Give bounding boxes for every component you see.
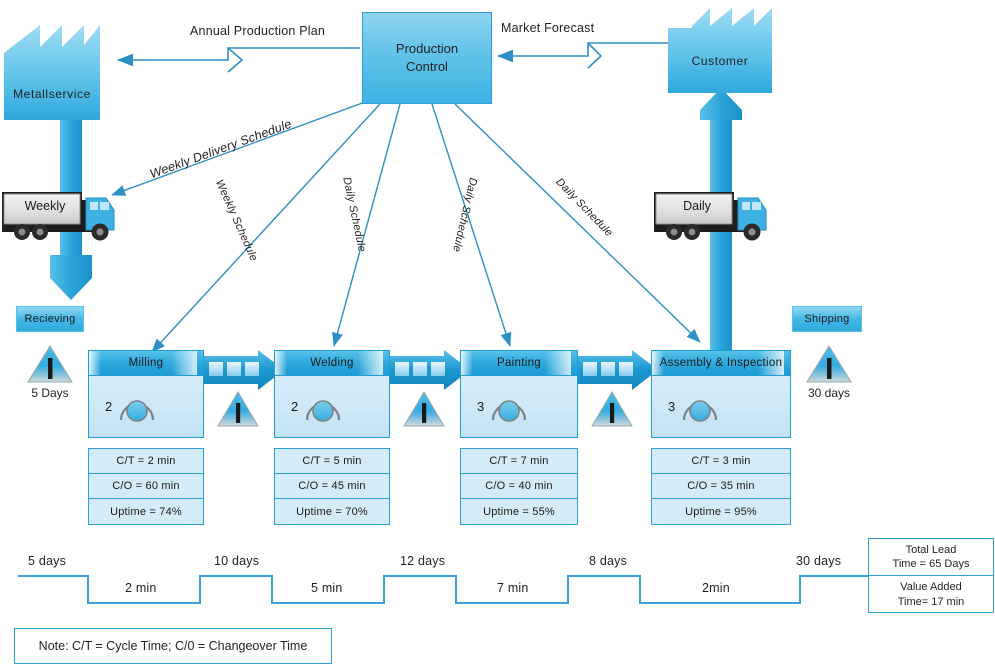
operator-icon: [489, 390, 529, 424]
label-annual-production-plan: Annual Production Plan: [190, 24, 326, 38]
timeline-lead-time-1: 5 days: [28, 554, 67, 568]
process-header-welding: Welding: [275, 351, 389, 376]
data-row-uptime: Uptime = 95%: [685, 505, 757, 518]
timeline-process-time-3: 7 min: [497, 581, 529, 595]
inbound-truck-label: Weekly: [24, 199, 66, 213]
data-row-ct: C/T = 5 min: [275, 449, 389, 474]
operator-icon: [303, 390, 343, 424]
operator-icon: [680, 390, 720, 424]
factory-icon: [668, 8, 772, 93]
process-box-painting[interactable]: Painting 3: [460, 350, 578, 438]
info-line-daily-schedule-welding: [332, 103, 401, 347]
receiving-plate-label: Recieving: [24, 313, 76, 325]
diagram-flow-layer: [18, 42, 870, 604]
data-box-painting: C/T = 7 min C/O = 40 min Uptime = 55%: [460, 448, 578, 525]
process-box-milling[interactable]: Milling 2: [88, 350, 204, 438]
timeline-lead-time-5: 30 days: [796, 554, 842, 568]
process-body-welding: 2: [275, 376, 389, 437]
inventory-triangle-icon: [403, 391, 445, 427]
inventory-receiving-label: 5 Days: [31, 386, 69, 400]
value-stream-map-canvas: Metallservice Customer Production Contro…: [0, 0, 995, 670]
data-row-uptime: Uptime = 55%: [483, 505, 555, 518]
inventory-shipping: 30 days: [806, 344, 852, 400]
supplier-label: Metallservice: [13, 87, 91, 101]
data-row-uptime: Uptime = 70%: [296, 505, 368, 518]
process-header-painting: Painting: [461, 351, 577, 376]
data-row-co: C/O = 45 min: [275, 474, 389, 499]
process-title-assembly-inspection: Assembly & Inspection: [659, 357, 783, 369]
value-added-time-line2: Time= 17 min: [897, 595, 965, 608]
process-box-welding[interactable]: Welding 2: [274, 350, 390, 438]
note-box: Note: C/T = Cycle Time; C/0 = Changeover…: [14, 628, 332, 664]
push-arrow-welding-to-painting: [390, 350, 470, 390]
process-body-milling: 2: [89, 376, 203, 437]
process-title-painting: Painting: [497, 357, 541, 369]
timeline-process-time-2: 5 min: [311, 581, 343, 595]
process-title-milling: Milling: [128, 357, 164, 369]
inventory-receiving: 5 Days: [27, 344, 73, 400]
operator-count-assembly-inspection: 3: [668, 399, 676, 414]
shipping-plate[interactable]: Shipping: [792, 306, 862, 332]
process-body-assembly-inspection: 3: [652, 376, 790, 437]
process-title-welding: Welding: [310, 357, 354, 369]
inventory-milling-welding: [217, 390, 259, 428]
timeline-process-time-4: 2min: [702, 581, 730, 595]
inventory-triangle-icon: [27, 345, 73, 383]
supplier-factory: Metallservice: [4, 25, 100, 120]
info-line-weekly-schedule: [151, 103, 381, 353]
note-text: Note: C/T = Cycle Time; C/0 = Changeover…: [38, 639, 308, 653]
operator-count-welding: 2: [291, 399, 299, 414]
value-added-time-line1: Value Added: [900, 581, 962, 594]
outbound-truck: Daily: [654, 186, 774, 244]
timeline-lead-time-2: 10 days: [214, 554, 260, 568]
timeline-lead-time-4: 8 days: [589, 554, 628, 568]
inventory-welding-painting: [403, 390, 445, 428]
process-body-painting: 3: [461, 376, 577, 437]
operator-count-milling: 2: [105, 399, 113, 414]
inventory-triangle-icon: [217, 391, 259, 427]
label-market-forecast: Market Forecast: [501, 21, 595, 35]
customer-factory: Customer: [668, 8, 772, 93]
data-row-ct: C/T = 2 min: [89, 449, 203, 474]
shipping-plate-label: Shipping: [804, 313, 850, 325]
timeline-lead-time-3: 12 days: [400, 554, 446, 568]
production-control-box[interactable]: Production Control: [362, 12, 492, 104]
lead-time-summary-box: Total Lead Time = 65 Days Value Added Ti…: [868, 538, 994, 613]
data-row-co: C/O = 35 min: [652, 474, 790, 499]
data-box-assembly-inspection: C/T = 3 min C/O = 35 min Uptime = 95%: [651, 448, 791, 525]
timeline-process-time-1: 2 min: [125, 581, 157, 595]
inventory-painting-assembly: [591, 390, 633, 428]
data-row-ct: C/T = 3 min: [652, 449, 790, 474]
operator-count-painting: 3: [477, 399, 485, 414]
data-row-co: C/O = 60 min: [89, 474, 203, 499]
info-arrow-annual-production-plan: [117, 47, 360, 73]
total-lead-time-line2: Time = 65 Days: [892, 558, 970, 570]
info-line-daily-schedule-painting: [431, 103, 512, 347]
production-control-label: Production Control: [395, 41, 459, 74]
total-lead-time-row: Total Lead Time = 65 Days: [869, 539, 993, 576]
process-header-milling: Milling: [89, 351, 203, 376]
data-row-uptime: Uptime = 74%: [110, 505, 182, 518]
factory-icon: [4, 25, 100, 120]
outbound-truck-label: Daily: [683, 199, 711, 213]
process-header-assembly-inspection: Assembly & Inspection: [652, 351, 790, 376]
push-arrow-milling-to-welding: [204, 350, 284, 390]
process-box-assembly-inspection[interactable]: Assembly & Inspection 3: [651, 350, 791, 438]
customer-label: Customer: [691, 54, 749, 68]
inventory-triangle-icon: [806, 345, 852, 383]
push-arrow-painting-to-assembly: [578, 350, 658, 390]
inbound-truck: Weekly: [2, 186, 122, 244]
inventory-shipping-label: 30 days: [807, 386, 851, 400]
inventory-triangle-icon: [591, 391, 633, 427]
total-lead-time-line1: Total Lead: [905, 543, 957, 556]
data-box-milling: C/T = 2 min C/O = 60 min Uptime = 74%: [88, 448, 204, 525]
info-arrow-market-forecast: [497, 42, 668, 69]
receiving-plate[interactable]: Recieving: [16, 306, 84, 332]
value-added-time-row: Value Added Time= 17 min: [869, 576, 993, 613]
operator-icon: [117, 390, 157, 424]
data-box-welding: C/T = 5 min C/O = 45 min Uptime = 70%: [274, 448, 390, 525]
data-row-ct: C/T = 7 min: [461, 449, 577, 474]
data-row-co: C/O = 40 min: [461, 474, 577, 499]
